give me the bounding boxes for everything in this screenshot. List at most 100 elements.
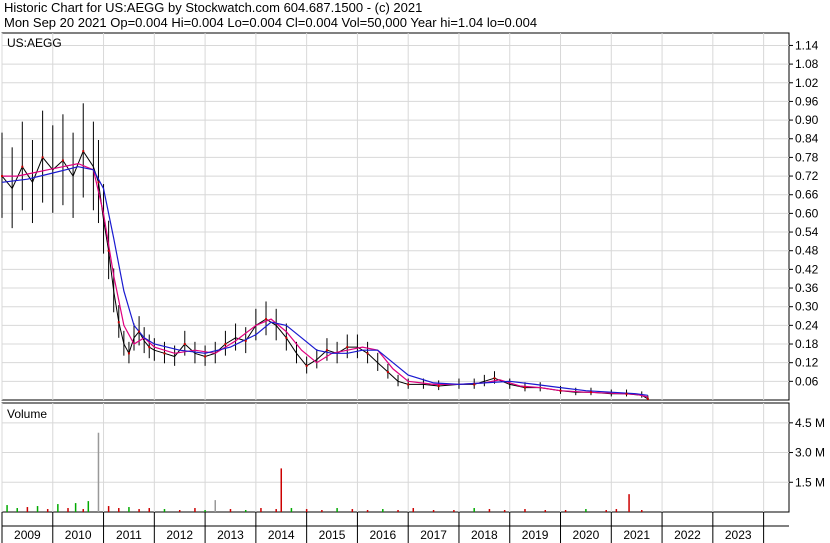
- volume-bar: [351, 509, 354, 512]
- volume-bar: [6, 505, 8, 512]
- price-y-tick-label: 0.12: [795, 356, 819, 370]
- volume-bar: [163, 509, 166, 512]
- volume-bar: [229, 509, 232, 512]
- price-y-tick-label: 1.14: [795, 38, 819, 52]
- volume-bar: [118, 508, 120, 512]
- volume-bar: [382, 509, 384, 512]
- x-tick-label: 2018: [471, 528, 498, 542]
- price-y-tick-label: 0.42: [795, 262, 819, 276]
- close-dot: [41, 156, 44, 159]
- x-tick-label: 2019: [522, 528, 549, 542]
- volume-bar: [67, 508, 69, 512]
- volume-bar: [605, 510, 607, 512]
- close-dot: [386, 371, 389, 374]
- volume-y-tick-label: 3.0 M: [795, 446, 825, 460]
- price-y-tick-label: 0.90: [795, 113, 819, 127]
- price-y-tick-label: 0.72: [795, 169, 819, 183]
- price-y-tick-label: 1.02: [795, 76, 819, 90]
- x-axis: 2009 2010 2011 2012 2013 2014 2015 2016 2017 2018…: [1, 512, 789, 543]
- volume-bar: [336, 508, 338, 512]
- close-dot: [1, 175, 3, 178]
- volume-bar: [74, 503, 77, 512]
- close-dot: [437, 385, 440, 388]
- close-dot: [625, 392, 628, 395]
- x-tick-label: 2017: [420, 528, 447, 542]
- x-tick-label: 2012: [166, 528, 193, 542]
- volume-bar: [412, 508, 415, 512]
- close-dot: [366, 352, 369, 355]
- volume-bar: [488, 509, 491, 512]
- close-dot: [265, 318, 268, 321]
- volume-bar: [366, 510, 369, 512]
- price-y-axis: 1.14 1.08 1.02 0.96 0.90 0.84 0.78 0.72 0.66 0.60…: [789, 38, 819, 388]
- x-tick-label: 2020: [573, 528, 600, 542]
- price-y-tick-label: 1.08: [795, 57, 819, 71]
- volume-bar: [214, 500, 217, 512]
- volume-bar: [128, 507, 130, 512]
- volume-bar: [280, 468, 283, 512]
- price-y-tick-label: 0.54: [795, 225, 819, 239]
- price-y-tick-label: 0.24: [795, 318, 819, 332]
- stock-chart: 1.14 1.08 1.02 0.96 0.90 0.84 0.78 0.72 0.66 0.60…: [1, 32, 825, 543]
- close-dot: [224, 343, 227, 346]
- price-y-tick-label: 0.18: [795, 337, 819, 351]
- close-dot: [148, 346, 151, 349]
- volume-chart-title: Volume: [7, 407, 47, 421]
- price-plot-area: [1, 32, 790, 401]
- price-y-tick-label: 0.30: [795, 300, 819, 314]
- volume-bar: [97, 432, 100, 512]
- volume-y-axis: 4.5 M 3.0 M 1.5 M: [789, 416, 825, 489]
- price-y-tick-label: 0.06: [795, 374, 819, 388]
- close-dot: [407, 383, 410, 386]
- volume-bar: [194, 508, 196, 512]
- volume-bar: [473, 508, 475, 512]
- price-y-tick-label: 0.84: [795, 132, 819, 146]
- volume-bar: [397, 510, 399, 512]
- close-dot: [559, 389, 562, 392]
- close-dot: [21, 165, 24, 168]
- x-tick-label: 2013: [217, 528, 244, 542]
- price-y-tick-label: 0.60: [795, 206, 819, 220]
- volume-bar: [26, 507, 29, 512]
- close-dot: [127, 352, 130, 355]
- volume-bar: [503, 510, 506, 512]
- price-y-tick-label: 0.36: [795, 281, 819, 295]
- close-dot: [183, 343, 186, 346]
- volume-bar: [244, 510, 247, 512]
- close-dot: [646, 397, 649, 400]
- close-dot: [163, 352, 166, 355]
- x-tick-label: 2023: [725, 528, 752, 542]
- volume-bar: [16, 508, 18, 512]
- volume-bar: [148, 508, 150, 512]
- volume-bar: [178, 510, 181, 512]
- price-panel: 1.14 1.08 1.02 0.96 0.90 0.84 0.78 0.72 0.66 0.60…: [1, 32, 819, 401]
- close-dot: [107, 249, 110, 252]
- x-tick-label: 2022: [674, 528, 701, 542]
- volume-bar: [628, 494, 630, 512]
- close-dot: [117, 321, 120, 324]
- volume-panel: 4.5 M 3.0 M 1.5 M Volume: [1, 402, 825, 513]
- x-tick-label: 2011: [116, 528, 142, 542]
- close-dot: [61, 159, 64, 162]
- volume-bar: [641, 510, 643, 512]
- price-y-tick-label: 0.96: [795, 94, 819, 108]
- volume-bar: [305, 509, 308, 512]
- close-dot: [346, 346, 349, 349]
- volume-bar: [564, 510, 567, 512]
- volume-bar: [585, 509, 587, 512]
- price-y-tick-label: 0.48: [795, 244, 819, 258]
- volume-y-tick-label: 1.5 M: [795, 475, 825, 489]
- volume-bar: [544, 510, 547, 512]
- x-tick-label: 2016: [369, 528, 396, 542]
- close-dot: [523, 386, 526, 389]
- close-dot: [305, 364, 308, 367]
- price-y-tick-label: 0.78: [795, 150, 819, 164]
- volume-plot-area: [1, 402, 790, 513]
- volume-bar: [204, 510, 206, 512]
- close-dot: [473, 383, 476, 386]
- price-y-tick-label: 0.66: [795, 188, 819, 202]
- volume-bar: [432, 510, 435, 512]
- x-tick-label: 2010: [65, 528, 92, 542]
- x-tick-label: 2015: [319, 528, 346, 542]
- x-tick-label: 2014: [268, 528, 295, 542]
